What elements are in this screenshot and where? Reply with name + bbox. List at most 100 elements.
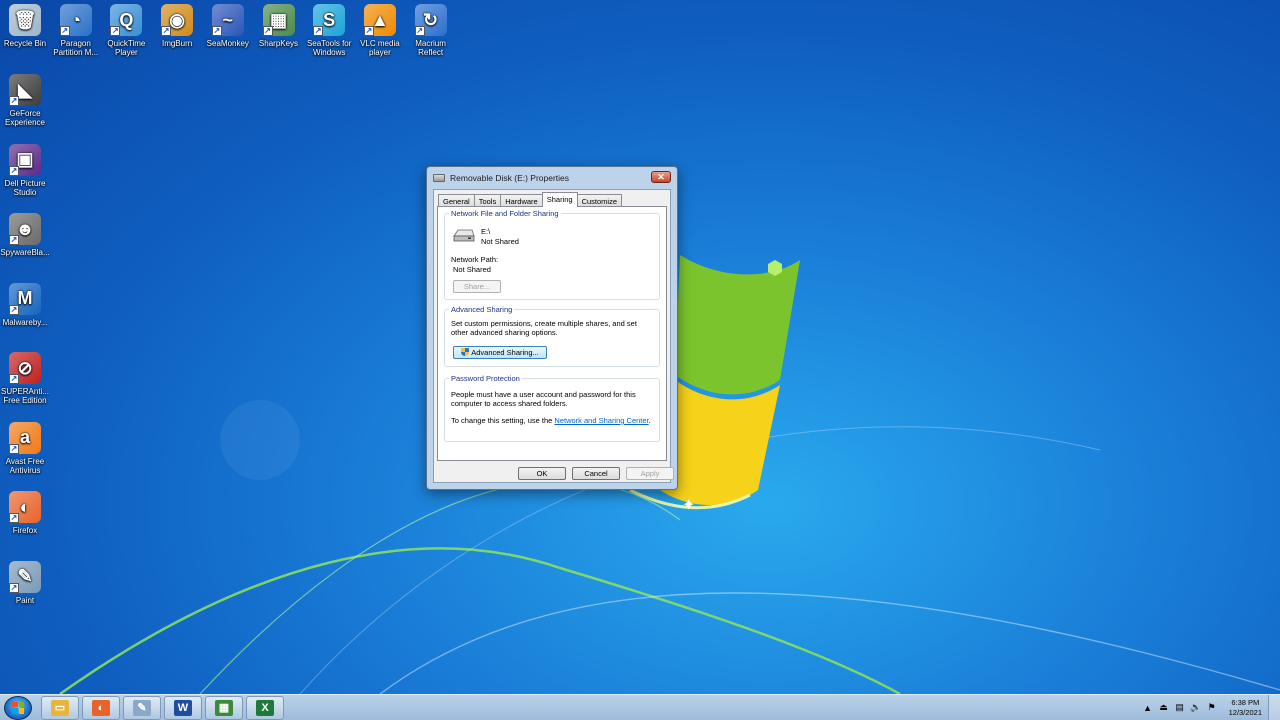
desktop-app-icon: ◣ ↗ [9, 74, 41, 106]
shortcut-arrow-icon: ↗ [313, 26, 324, 36]
taskbar-app-word[interactable]: W [164, 695, 202, 720]
change-setting-text: To change this setting, use the Network … [451, 416, 661, 425]
share-button[interactable]: Share... [453, 280, 501, 293]
svg-text:✦: ✦ [682, 495, 695, 514]
desktop-icon-glyph: ◔ [70, 9, 82, 30]
desktop-icon-glyph: ▦ [269, 9, 287, 30]
shortcut-arrow-icon: ↗ [9, 582, 19, 593]
taskbar-app-firefox[interactable]: ◐ [82, 695, 120, 720]
group-title: Advanced Sharing [449, 305, 515, 314]
desktop-icon[interactable]: ~ ↗ SeaMonkey [202, 4, 254, 48]
dialog-titlebar[interactable]: Removable Disk (E:) Properties [427, 167, 677, 189]
desktop-icon[interactable]: ▲ ↗ VLC media player [354, 4, 406, 57]
desktop-icon-glyph: Q [119, 9, 134, 30]
desktop-icon[interactable]: Q ↗ QuickTime Player [100, 4, 152, 57]
desktop-icon[interactable]: ◔ ↗ Paragon Partition M... [50, 4, 102, 57]
excel-icon: X [256, 699, 274, 716]
desktop-app-icon: ▦ ↗ [262, 4, 295, 36]
tab-sharing[interactable]: Sharing [541, 192, 578, 207]
desktop-icon-glyph: ◉ [169, 9, 185, 30]
network-path-label: Network Path: [451, 255, 499, 264]
group-title: Network File and Folder Sharing [449, 209, 561, 218]
removable-disk-icon [433, 174, 445, 182]
desktop-icon-label: ImgBurn [161, 39, 193, 48]
group-title: Password Protection [449, 374, 522, 383]
desktop-icon-label: VLC media player [360, 39, 400, 57]
network-icon[interactable]: ▤ [1175, 702, 1185, 713]
taskbar-app-excel[interactable]: X [246, 695, 284, 720]
desktop-icon[interactable]: ↻ ↗ Macrium Reflect [405, 4, 457, 57]
desktop-icon[interactable]: ◣ ↗ GeForce Experience [0, 74, 51, 127]
desktop-icon-label: Firefox [12, 526, 38, 535]
shortcut-arrow-icon: ↗ [110, 26, 121, 36]
network-path-value: Not Shared [453, 265, 491, 274]
desktop-icon[interactable]: ⊘ ↗ SUPERAnti... Free Edition [0, 352, 51, 405]
cancel-button[interactable]: Cancel [572, 467, 620, 480]
tab-strip: General Tools Hardware Sharing Customize [438, 192, 623, 207]
change-setting-prefix: To change this setting, use the [451, 416, 555, 425]
desktop-app-icon: ▣ ↗ [9, 143, 41, 176]
desktop-app-icon: ~ ↗ [211, 4, 244, 36]
desktop-icon[interactable]: 🗑 Recycle Bin [0, 4, 51, 48]
desktop-icon-glyph: ☻ [15, 218, 35, 239]
apply-button[interactable]: Apply [626, 467, 674, 480]
dialog-title: Removable Disk (E:) Properties [450, 173, 570, 183]
properties-dialog: Removable Disk (E:) Properties ✕ General… [426, 166, 678, 490]
network-sharing-center-link[interactable]: Network and Sharing Center [554, 416, 648, 425]
desktop-icon[interactable]: M ↗ Malwareby... [0, 282, 51, 327]
taskbar-app-paint[interactable]: ✎ [123, 695, 161, 720]
network-sharing-group: Network File and Folder Sharing E:\ Not … [444, 209, 660, 300]
password-protection-group: Password Protection People must have a u… [444, 374, 661, 442]
desktop-icon[interactable]: ▣ ↗ Dell Picture Studio [0, 143, 51, 197]
desktop-icon[interactable]: a ↗ Avast Free Antivirus [0, 421, 51, 475]
dialog-client: General Tools Hardware Sharing Customize… [433, 189, 674, 483]
ok-button[interactable]: OK [518, 467, 566, 480]
desktop-app-icon: ☻ ↗ [9, 213, 41, 245]
shortcut-arrow-icon: ↗ [211, 26, 222, 36]
shortcut-arrow-icon: ↗ [9, 374, 19, 384]
desktop-icon-glyph: a [19, 427, 30, 447]
desktop-icon-label: QuickTime Player [107, 39, 146, 57]
desktop-icon-label: Dell Picture Studio [4, 178, 46, 197]
desktop-app-icon: S ↗ [313, 4, 346, 36]
show-hidden-icons-icon[interactable]: ▲ [1143, 703, 1153, 713]
desktop-icon-glyph: M [17, 288, 33, 308]
usb-eject-icon[interactable]: ⏏ [1159, 702, 1169, 713]
advanced-sharing-button[interactable]: Advanced Sharing... [453, 346, 547, 359]
desktop-icon[interactable]: ▦ ↗ SharpKeys [253, 4, 305, 48]
desktop-icon[interactable]: S ↗ SeaTools for Windows [303, 4, 355, 57]
desktop-icon-label: GeForce Experience [4, 109, 46, 127]
taskbar-app-explorer[interactable]: ▭ [41, 695, 79, 720]
close-button[interactable]: ✕ [651, 171, 671, 183]
advanced-sharing-group: Advanced Sharing Set custom permissions,… [444, 305, 660, 367]
password-protection-description: People must have a user account and pass… [451, 390, 636, 408]
desktop-icon[interactable]: ◉ ↗ ImgBurn [151, 4, 203, 48]
action-center-flag-icon[interactable]: ⚑ [1207, 702, 1217, 713]
desktop-app-icon: a ↗ [9, 421, 41, 454]
desktop-app-icon: ⊘ ↗ [9, 352, 41, 384]
desktop-icon-glyph: ▲ [370, 9, 389, 30]
taskbar: ▭ ◐ ✎ W ▦ X ▲ ⏏ ▤ 🔈 ⚑ 6:38 PM 12/3/2021 [0, 694, 1280, 720]
desktop-icon[interactable]: ☻ ↗ SpywareBla... [0, 213, 51, 257]
desktop-app-icon: M ↗ [9, 282, 41, 315]
windows-flag-icon [12, 701, 24, 714]
word-icon: W [174, 699, 192, 716]
start-button[interactable] [4, 695, 32, 720]
shortcut-arrow-icon: ↗ [9, 304, 19, 315]
paint-icon: ✎ [133, 699, 151, 716]
desktop-icon[interactable]: ◐ ↗ Firefox [0, 491, 51, 535]
desktop-app-icon: 🗑 [9, 4, 41, 36]
volume-icon[interactable]: 🔈 [1190, 702, 1201, 713]
explorer-icon: ▭ [51, 699, 69, 716]
clock[interactable]: 6:38 PM 12/3/2021 [1229, 698, 1262, 718]
desktop-app-icon: ↻ ↗ [414, 4, 447, 36]
desktop-icon-glyph: 🗑 [13, 9, 37, 30]
show-desktop-button[interactable] [1268, 694, 1280, 720]
desktop-icon[interactable]: ✎ ↗ Paint [0, 560, 51, 605]
desktop-icon-label: SUPERAnti... Free Edition [0, 387, 49, 405]
clock-date: 12/3/2021 [1228, 707, 1262, 717]
desktop-icon-glyph: ✎ [17, 566, 33, 586]
clock-time: 6:38 PM [1231, 697, 1260, 707]
desktop-app-icon: Q ↗ [110, 4, 143, 36]
taskbar-app-app-grid[interactable]: ▦ [205, 695, 243, 720]
